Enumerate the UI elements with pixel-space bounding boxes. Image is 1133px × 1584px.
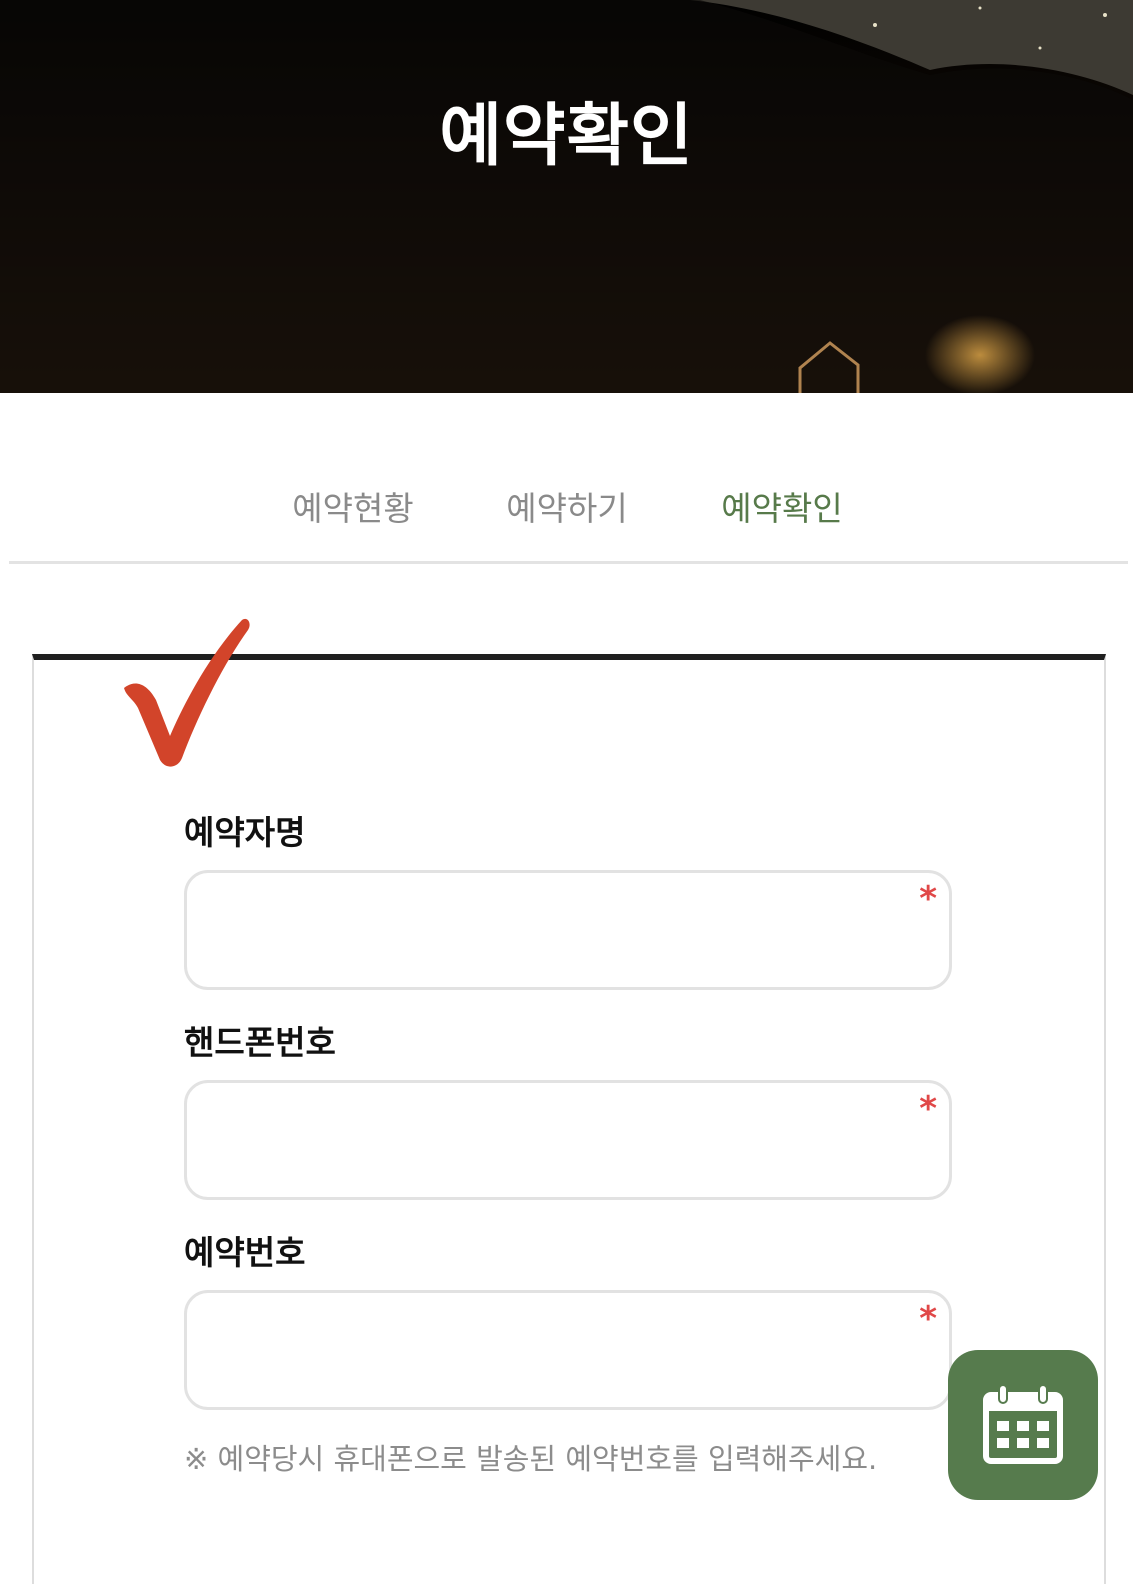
phone-number-label: 핸드폰번호 <box>184 1023 336 1062</box>
checkmark-icon <box>124 618 250 767</box>
tab-divider <box>9 561 1128 564</box>
tab-bar: 예약현황 예약하기 예약확인 <box>0 478 1133 540</box>
hero-banner: 예약확인 <box>0 0 1133 393</box>
tab-reservation-status[interactable]: 예약현황 <box>268 478 438 540</box>
reserver-name-field[interactable]: * <box>184 870 952 990</box>
phone-number-field[interactable]: * <box>184 1080 952 1200</box>
tab-check-reservation[interactable]: 예약확인 <box>697 478 867 540</box>
reservation-number-field[interactable]: * <box>184 1290 952 1410</box>
reservation-number-label: 예약번호 <box>184 1233 306 1272</box>
reservation-number-input[interactable] <box>207 1313 887 1387</box>
required-asterisk-icon: * <box>919 879 937 919</box>
required-asterisk-icon: * <box>919 1089 937 1129</box>
reserver-name-input[interactable] <box>207 893 887 967</box>
calendar-button[interactable] <box>948 1350 1098 1500</box>
phone-number-input[interactable] <box>207 1103 887 1177</box>
reservation-number-hint: ※ 예약당시 휴대폰으로 발송된 예약번호를 입력해주세요. <box>184 1442 878 1476</box>
required-asterisk-icon: * <box>919 1299 937 1339</box>
reserver-name-label: 예약자명 <box>184 813 306 852</box>
calendar-icon <box>983 1384 1063 1464</box>
page-title: 예약확인 <box>439 97 694 176</box>
night-sky-background <box>0 0 1133 393</box>
tab-make-reservation[interactable]: 예약하기 <box>482 478 652 540</box>
